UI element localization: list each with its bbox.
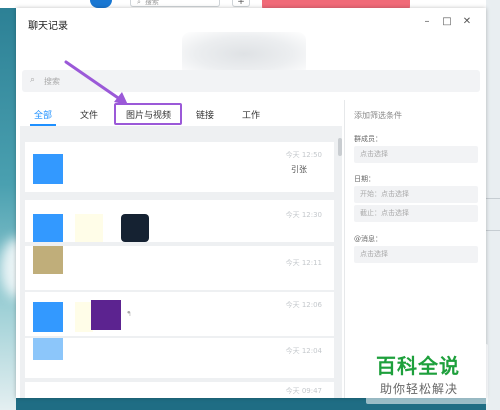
search-icon: ⌕ bbox=[137, 0, 141, 6]
minimize-button[interactable]: – bbox=[420, 15, 434, 29]
background-window-edge bbox=[486, 0, 500, 410]
window-title: 聊天记录 bbox=[28, 21, 68, 32]
list-item[interactable]: 今天 12:04 bbox=[25, 338, 334, 378]
background-plus-button: + bbox=[232, 0, 250, 7]
desktop-background bbox=[0, 0, 16, 410]
maximize-button[interactable]: □ bbox=[440, 15, 454, 29]
message-time: 今天 12:06 bbox=[285, 301, 322, 309]
image-thumbnail[interactable] bbox=[91, 300, 121, 330]
divider bbox=[486, 198, 500, 199]
message-snippet: ᖳ bbox=[127, 310, 131, 318]
divider bbox=[486, 230, 500, 231]
pointer-arrow-icon bbox=[64, 60, 128, 105]
list-item[interactable]: 今天 12:50 引张 bbox=[25, 142, 334, 192]
list-item[interactable]: ᖳ 今天 12:06 bbox=[25, 292, 334, 336]
message-time: 今天 12:04 bbox=[285, 347, 322, 355]
tab-all[interactable]: 全部 bbox=[34, 108, 52, 121]
image-thumbnail[interactable] bbox=[121, 214, 149, 242]
list-item[interactable]: 今天 12:11 bbox=[25, 246, 334, 290]
background-search-placeholder: 搜索 bbox=[144, 0, 159, 6]
mention-label: @消息： bbox=[354, 235, 382, 243]
search-icon: ⌕ bbox=[30, 75, 36, 85]
watermark-subtitle: 助你轻松解决 bbox=[380, 382, 459, 396]
start-date-select[interactable]: 开始：点击选择 bbox=[354, 186, 478, 203]
member-label: 群成员： bbox=[354, 135, 382, 143]
close-button[interactable]: ✕ bbox=[460, 15, 474, 29]
message-time: 今天 09:47 bbox=[285, 387, 322, 395]
search-placeholder: 搜索 bbox=[44, 77, 60, 86]
list-scrollbar[interactable] bbox=[338, 138, 342, 156]
end-date-select[interactable]: 截止：点击选择 bbox=[354, 205, 478, 222]
image-thumbnail[interactable] bbox=[33, 302, 63, 332]
image-thumbnail[interactable] bbox=[33, 214, 63, 242]
site-watermark: 百科全说 助你轻松解决 bbox=[366, 344, 488, 404]
media-message-list[interactable]: 今天 12:50 引张 今天 12:30 今天 12:11 ᖳ 今天 12:06… bbox=[20, 126, 342, 398]
member-select[interactable]: 点击选择 bbox=[354, 146, 478, 163]
message-time: 今天 12:30 bbox=[285, 211, 322, 219]
image-thumbnail[interactable] bbox=[33, 246, 63, 274]
tab-work[interactable]: 工作 bbox=[242, 108, 260, 121]
filter-title: 添加筛选条件 bbox=[354, 111, 402, 120]
image-thumbnail[interactable] bbox=[33, 338, 63, 360]
panel-divider bbox=[344, 100, 345, 398]
message-time: 今天 12:50 bbox=[285, 151, 322, 159]
tab-links[interactable]: 链接 bbox=[196, 108, 214, 121]
background-search-field: ⌕ 搜索 bbox=[130, 0, 220, 7]
watermark-title: 百科全说 bbox=[376, 354, 460, 378]
image-thumbnail[interactable] bbox=[33, 154, 63, 184]
image-thumbnail[interactable] bbox=[75, 214, 103, 242]
date-label: 日期： bbox=[354, 175, 375, 183]
background-app-toolbar bbox=[0, 0, 500, 8]
mention-select[interactable]: 点击选择 bbox=[354, 246, 478, 263]
message-snippet: 引张 bbox=[291, 165, 307, 174]
list-item[interactable]: 今天 09:47 bbox=[25, 382, 334, 398]
list-item[interactable]: 今天 12:30 bbox=[25, 200, 334, 242]
chat-history-window: 聊天记录 – □ ✕ ⌕ 搜索 全部 文件 图片与视频 链接 工作 今天 12:… bbox=[16, 8, 486, 398]
message-time: 今天 12:11 bbox=[285, 259, 322, 267]
